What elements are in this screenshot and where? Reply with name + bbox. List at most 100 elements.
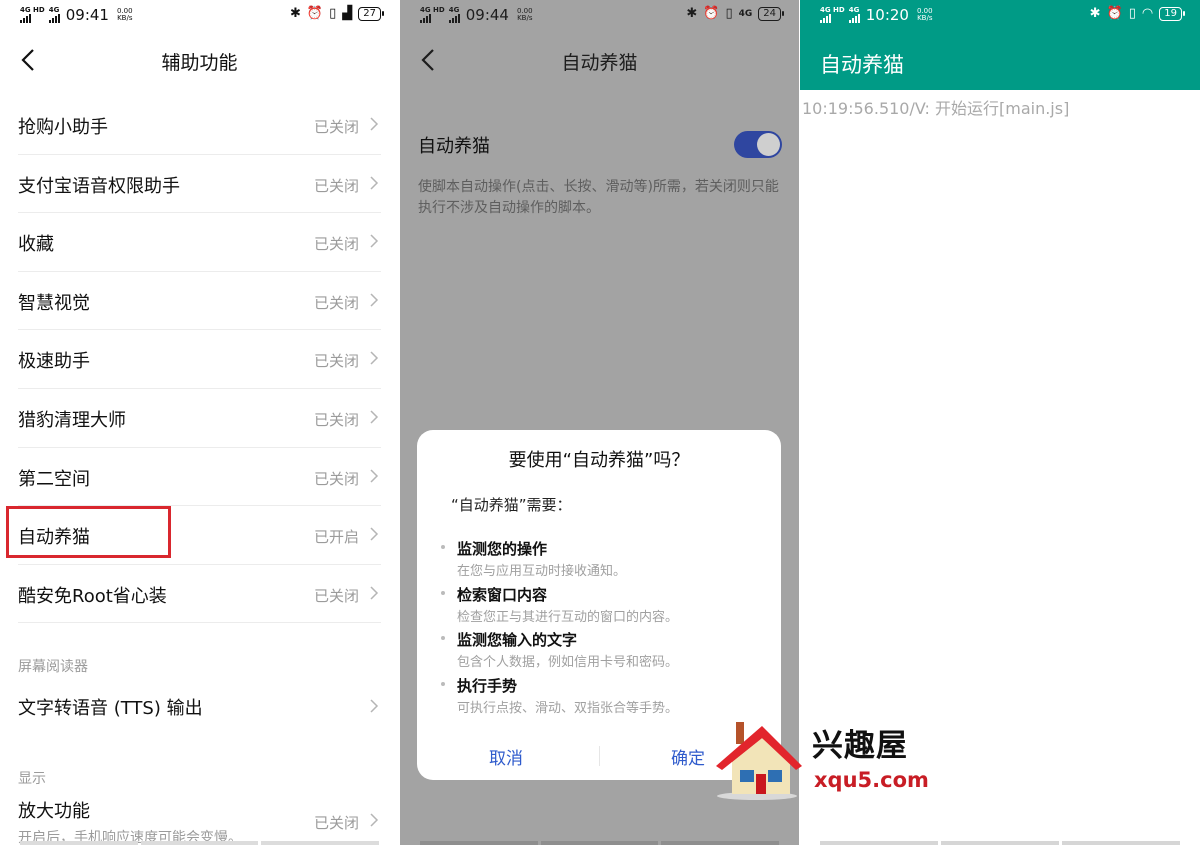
permission-item: 执行手势 可执行点按、滑动、双指张合等手势。: [441, 675, 678, 716]
battery-icon: 19: [1159, 6, 1185, 21]
vibrate-icon: ▯: [1128, 6, 1136, 21]
permission-item: 监测您的操作 在您与应用互动时接收通知。: [441, 538, 627, 579]
toggle-knob: [757, 133, 780, 156]
vibrate-icon: ▯: [329, 6, 337, 21]
log-line: 10:19:56.510/V: 开始运行[main.js]: [802, 99, 1070, 118]
tts-output-item[interactable]: 文字转语音 (TTS) 输出: [18, 694, 381, 734]
section-header-screen-reader: 屏幕阅读器: [18, 659, 88, 675]
list-item[interactable]: 酷安免Root省心装 已关闭: [18, 565, 381, 624]
item-label: 收藏: [18, 234, 54, 256]
highlight-box: [6, 506, 171, 558]
permission-title: 监测您的操作: [457, 540, 548, 558]
magnify-item[interactable]: 放大功能 开启后，手机响应速度可能会变慢。 已关闭: [18, 797, 381, 845]
list-item[interactable]: 猎豹清理大师 已关闭: [18, 389, 381, 448]
item-status: 已关闭: [313, 235, 359, 254]
permission-desc: 在您与应用互动时接收通知。: [457, 564, 627, 579]
bottom-edge: [400, 841, 799, 845]
signal-strength-icon: ▟: [342, 6, 353, 21]
item-status: 已关闭: [313, 176, 359, 195]
status-bar: 4G HD 4G 10:20 0.00 KB/s ✱ ⏰ ▯ ◠ 19: [800, 0, 1200, 32]
chevron-right-icon: [370, 117, 379, 131]
app-bar: 4G HD 4G 10:20 0.00 KB/s ✱ ⏰ ▯ ◠ 19 自动养猫: [800, 0, 1200, 90]
item-status: 已关闭: [313, 469, 359, 488]
item-label: 智慧视觉: [18, 292, 90, 314]
toggle-label: 自动养猫: [418, 136, 490, 157]
signal-icon: 4G HD: [420, 7, 445, 23]
battery-icon: 24: [758, 6, 784, 21]
chevron-right-icon: [370, 586, 379, 600]
item-status: 已关闭: [313, 410, 359, 429]
alarm-icon: ⏰: [1106, 6, 1123, 21]
permission-title: 监测您输入的文字: [457, 631, 578, 649]
button-divider: [599, 746, 600, 766]
item-status: 已关闭: [313, 118, 359, 136]
house-icon: [716, 722, 802, 800]
nav-bar: 辅助功能: [0, 36, 399, 86]
watermark-logo: 兴趣屋 xqu5.com: [712, 712, 929, 802]
bottom-edge: [0, 841, 399, 845]
item-status: 已关闭: [313, 814, 359, 832]
network-speed: 0.00 KB/s: [916, 7, 933, 22]
page-title: 自动养猫: [561, 52, 638, 74]
permission-title: 检索窗口内容: [457, 586, 548, 604]
list-item[interactable]: 抢购小助手 已关闭: [18, 96, 381, 155]
dialog-title: 要使用“自动养猫”吗？: [508, 450, 690, 471]
service-description: 使脚本自动操作(点击、长按、滑动等)所需，若关闭则只能执行不涉及自动操作的脚本。: [418, 179, 779, 216]
bluetooth-icon: ✱: [1089, 6, 1101, 21]
chevron-right-icon: [370, 527, 379, 541]
lte-label: 4G: [738, 8, 753, 19]
network-speed: 0.00 KB/s: [516, 7, 533, 22]
signal-icon: 4G HD: [820, 7, 845, 23]
vibrate-icon: ▯: [725, 6, 733, 21]
bluetooth-icon: ✱: [686, 6, 698, 21]
chevron-right-icon: [370, 813, 379, 827]
chevron-right-icon: [370, 351, 379, 365]
cancel-button[interactable]: 取消: [489, 744, 523, 769]
app-title: 自动养猫: [820, 53, 904, 77]
list-item[interactable]: 收藏 已关闭: [18, 213, 381, 272]
item-label: 文字转语音 (TTS) 输出: [18, 698, 203, 719]
permission-item: 检索窗口内容 检查您正与其进行互动的窗口的内容。: [441, 584, 679, 625]
list-item[interactable]: 极速助手 已关闭: [18, 330, 381, 389]
accessibility-settings-screen: 4G HD 4G 09:41 0.00 KB/s ✱ ⏰ ▯ ▟ 27 辅助功能 …: [0, 0, 399, 845]
signal-icon-2: 4G: [448, 7, 460, 23]
permission-desc: 检查您正与其进行互动的窗口的内容。: [457, 610, 679, 625]
watermark-url: xqu5.com: [814, 768, 929, 792]
chevron-right-icon: [370, 469, 379, 483]
list-item[interactable]: 智慧视觉 已关闭: [18, 272, 381, 331]
service-toggle[interactable]: [734, 131, 782, 158]
bullet-icon: [441, 591, 445, 595]
list-item[interactable]: 第二空间 已关闭: [18, 448, 381, 507]
list-item[interactable]: 支付宝语音权限助手 已关闭: [18, 155, 381, 214]
nav-bar: 自动养猫: [400, 36, 799, 86]
chevron-right-icon: [370, 176, 379, 190]
dialog-intro: “自动养猫”需要：: [451, 496, 572, 514]
item-label: 猎豹清理大师: [18, 409, 126, 431]
alarm-icon: ⏰: [306, 6, 324, 21]
signal-icon-2: 4G: [848, 7, 860, 23]
item-status: 已关闭: [313, 293, 359, 312]
permission-item: 监测您输入的文字 包含个人数据，例如信用卡号和密码。: [441, 629, 679, 670]
network-speed: 0.00 KB/s: [116, 7, 133, 22]
chevron-right-icon: [370, 293, 379, 307]
section-header-display: 显示: [18, 771, 46, 787]
battery-icon: 27: [358, 6, 384, 21]
status-time: 09:41: [65, 6, 109, 24]
item-status: 已关闭: [313, 586, 359, 605]
status-bar: 4G HD 4G 09:44 0.00 KB/s ✱ ⏰ ▯ 4G 24: [400, 0, 799, 32]
item-label: 抢购小助手: [18, 117, 108, 138]
permission-desc: 包含个人数据，例如信用卡号和密码。: [457, 655, 679, 670]
status-bar: 4G HD 4G 09:41 0.00 KB/s ✱ ⏰ ▯ ▟ 27: [0, 0, 399, 32]
signal-icon-2: 4G: [48, 7, 60, 23]
page-title: 辅助功能: [161, 52, 238, 74]
confirm-button[interactable]: 确定: [671, 744, 705, 769]
chevron-right-icon: [370, 234, 379, 248]
bullet-icon: [441, 682, 445, 686]
signal-icon: 4G HD: [20, 7, 45, 23]
chevron-right-icon: [370, 410, 379, 424]
status-time: 10:20: [865, 6, 909, 24]
alarm-icon: ⏰: [703, 6, 720, 21]
item-status: 已关闭: [313, 352, 359, 371]
status-time: 09:44: [465, 6, 509, 24]
item-label: 极速助手: [18, 351, 90, 373]
